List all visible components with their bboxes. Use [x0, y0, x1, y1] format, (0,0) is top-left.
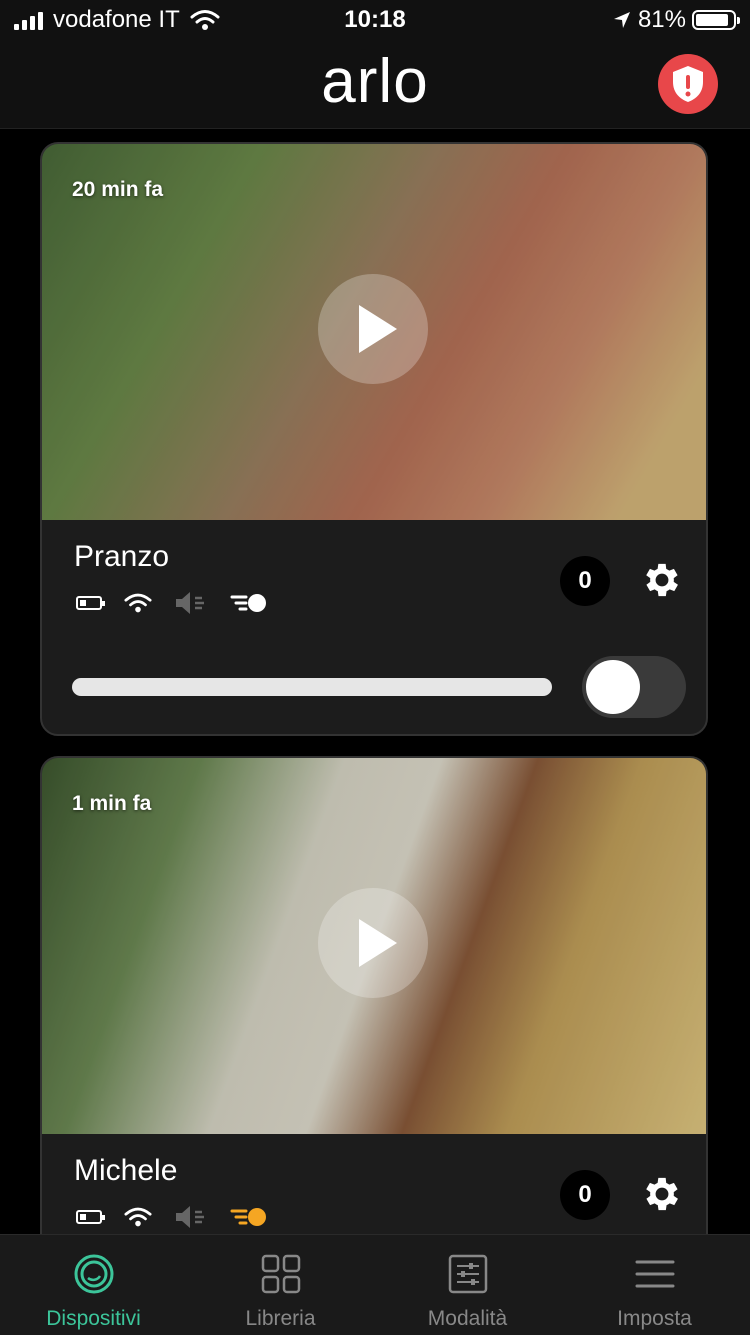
- tab-label: Dispositivi: [46, 1307, 141, 1330]
- arlo-logo: arlo: [321, 47, 429, 116]
- notification-count[interactable]: 0: [560, 1170, 610, 1220]
- play-button[interactable]: [318, 888, 428, 998]
- menu-icon: [635, 1260, 675, 1288]
- status-bar: vodafone IT 10:18 81%: [0, 0, 750, 40]
- battery-percent: 81%: [637, 6, 686, 33]
- camera-name: Michele: [74, 1154, 178, 1187]
- sliders-icon: [448, 1254, 488, 1294]
- location-arrow-icon: [613, 12, 630, 28]
- tab-modalita[interactable]: Modalità: [374, 1235, 561, 1335]
- tab-label: Modalità: [427, 1307, 508, 1330]
- camera-toggle[interactable]: [582, 656, 686, 718]
- camera-card: 1 min fa Michele 0: [40, 756, 708, 1234]
- gear-icon[interactable]: [640, 558, 684, 602]
- toggle-knob: [586, 660, 640, 714]
- camera-ring-icon: [74, 1254, 114, 1294]
- battery-icon: [76, 596, 105, 610]
- camera-feed[interactable]: 1 min fa: [42, 758, 706, 1134]
- tab-dispositivi[interactable]: Dispositivi: [0, 1235, 187, 1335]
- feed-timestamp: 1 min fa: [72, 792, 152, 815]
- camera-name: Pranzo: [74, 540, 170, 573]
- device-list[interactable]: 20 min fa Pranzo 0 1 min fa Michele 0: [0, 128, 750, 1234]
- speaker-muted-icon: [176, 592, 204, 614]
- motion-detection-icon: [230, 594, 266, 612]
- feed-timestamp: 20 min fa: [72, 178, 164, 201]
- wifi-icon: [124, 593, 152, 613]
- battery-icon: [692, 10, 740, 30]
- camera-status-icons: [76, 1204, 268, 1230]
- tab-label: Libreria: [245, 1307, 316, 1330]
- camera-status-icons: [76, 590, 268, 616]
- tab-libreria[interactable]: Libreria: [187, 1235, 374, 1335]
- camera-card: 20 min fa Pranzo 0: [40, 142, 708, 736]
- status-right: 81%: [612, 6, 740, 34]
- play-button[interactable]: [318, 274, 428, 384]
- speaker-muted-icon: [176, 1206, 204, 1228]
- battery-icon: [76, 1210, 105, 1224]
- motion-detection-icon: [230, 1208, 266, 1226]
- grid-icon: [261, 1254, 301, 1294]
- app-header: arlo: [0, 40, 750, 129]
- shield-exclamation-icon: [673, 66, 703, 102]
- tab-label: Imposta: [617, 1307, 692, 1330]
- tab-imposta[interactable]: Imposta: [561, 1235, 748, 1335]
- wifi-icon: [124, 1207, 152, 1227]
- security-alert-button[interactable]: [658, 54, 718, 114]
- camera-feed[interactable]: 20 min fa: [42, 144, 706, 520]
- notification-count[interactable]: 0: [560, 556, 610, 606]
- sensitivity-slider[interactable]: [72, 678, 552, 696]
- tab-bar: Dispositivi Libreria Modalità Imposta: [0, 1234, 750, 1335]
- gear-icon[interactable]: [640, 1172, 684, 1216]
